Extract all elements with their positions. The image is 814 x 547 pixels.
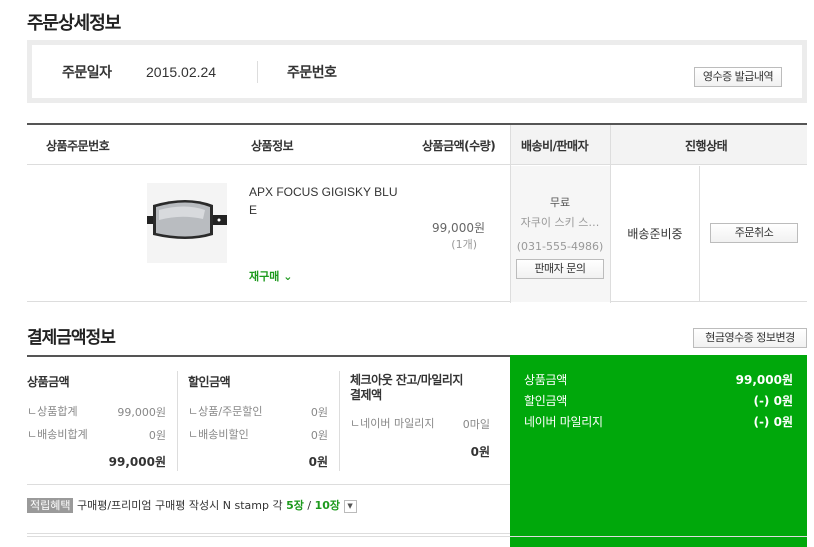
divider xyxy=(257,61,258,83)
header-shipping-seller: 배송비/판매자 xyxy=(521,139,589,153)
payment-summary-panel: 상품금액 99,000원 할인금액 (-) 0원 네이버 마일리지 (-) 0원 xyxy=(510,355,807,547)
product-qty: (1개) xyxy=(451,238,477,251)
product-name[interactable]: APX FOCUS GIGISKY BLUE xyxy=(249,183,404,219)
table-row: APX FOCUS GIGISKY BLUE 재구매 ⌄ 99,000원 (1개… xyxy=(27,166,807,302)
order-status: 배송준비중 xyxy=(627,227,683,241)
rebuy-link[interactable]: 재구매 ⌄ xyxy=(249,268,292,284)
order-date-label: 주문일자 xyxy=(62,65,112,81)
page-title: 주문상세정보 xyxy=(27,13,121,34)
seller-name[interactable]: 자쿠이 스키 스… xyxy=(511,214,609,230)
receipt-history-button[interactable]: 영수증 발급내역 xyxy=(694,67,782,87)
chevron-down-icon: ⌄ xyxy=(283,270,293,283)
product-price: 99,000원 xyxy=(431,221,485,235)
order-summary-box: 주문일자 2015.02.24 주문번호 영수증 발급내역 xyxy=(27,40,807,103)
benefit-notice: 적립혜택 구매평/프리미엄 구매평 작성시 N stamp 각 5장 / 10장… xyxy=(27,497,357,513)
cancel-order-button[interactable]: 주문취소 xyxy=(710,223,798,243)
seller-inquiry-button[interactable]: 판매자 문의 xyxy=(516,259,604,279)
goggle-image-icon xyxy=(147,200,227,239)
payment-title: 결제금액정보 xyxy=(27,328,116,348)
chevron-down-icon[interactable]: ▼ xyxy=(343,499,357,513)
product-table: 상품주문번호 상품정보 상품금액(수량) 배송비/판매자 진행상태 APX FO… xyxy=(27,123,807,303)
order-date-value: 2015.02.24 xyxy=(146,64,217,80)
payment-info: 상품금액 ㄴ상품합계 99,000원 ㄴ배송비합계 0원 99,000원 할인금… xyxy=(27,355,807,547)
product-amount-column: 상품금액 ㄴ상품합계 99,000원 ㄴ배송비합계 0원 99,000원 xyxy=(27,375,166,469)
discount-amount-column: 할인금액 ㄴ상품/주문할인 0원 ㄴ배송비할인 0원 0원 xyxy=(188,375,328,469)
header-price-qty: 상품금액(수량) xyxy=(422,139,496,153)
header-status: 진행상태 xyxy=(685,139,728,153)
seller-phone: (031-555-4986) xyxy=(516,240,604,253)
header-order-number: 상품주문번호 xyxy=(46,139,110,153)
checkout-amount-column: 체크아웃 잔고/마일리지 결제액 ㄴ네이버 마일리지 0마일 0원 xyxy=(350,373,490,459)
table-header: 상품주문번호 상품정보 상품금액(수량) 배송비/판매자 진행상태 xyxy=(27,125,807,165)
shipping-fee: 무료 xyxy=(549,196,571,209)
benefit-tag: 적립혜택 xyxy=(27,498,74,513)
cash-receipt-button[interactable]: 현금영수증 정보변경 xyxy=(693,328,807,348)
header-product-info: 상품정보 xyxy=(251,139,294,153)
order-number-label: 주문번호 xyxy=(287,65,337,81)
product-thumbnail[interactable] xyxy=(147,183,227,263)
